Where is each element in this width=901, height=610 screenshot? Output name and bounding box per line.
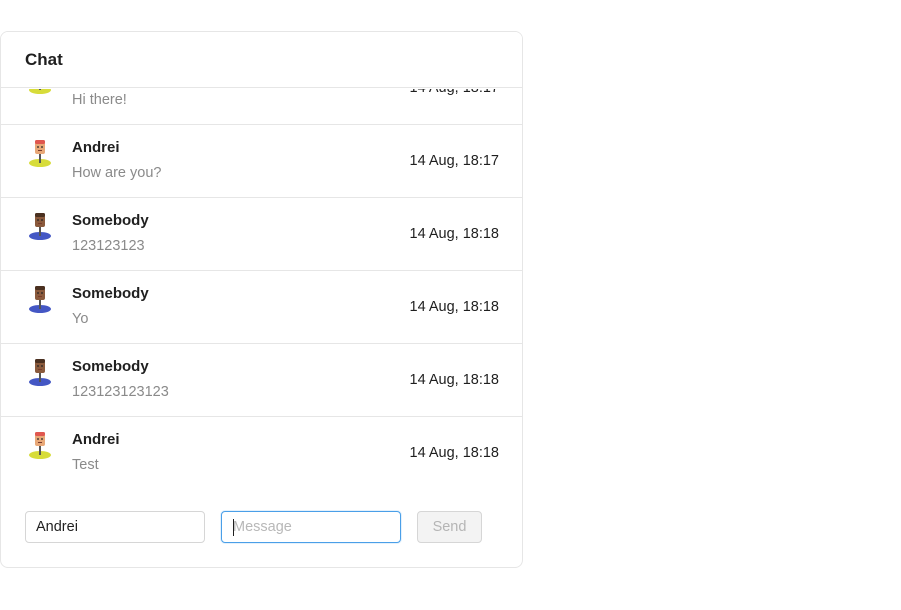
message-timestamp: 14 Aug, 18:17	[410, 89, 500, 96]
message-timestamp: 14 Aug, 18:18	[409, 372, 500, 388]
message-item: AndreiHi there!14 Aug, 18:17	[1, 89, 522, 125]
avatar-somebody-icon	[27, 212, 53, 242]
message-timestamp: 14 Aug, 18:18	[409, 226, 500, 242]
message-text: Yo	[72, 311, 89, 327]
message-item: Andrei How are you? 14 Aug, 18:17	[1, 125, 522, 198]
message-item: Andrei Test 14 Aug, 18:18	[1, 417, 522, 490]
text-caret	[233, 519, 234, 536]
message-timestamp: 14 Aug, 18:18	[409, 445, 500, 461]
message-author: Somebody	[72, 358, 149, 375]
message-text: Test	[72, 457, 99, 473]
avatar-somebody-icon	[27, 358, 53, 388]
message-text: Hi there!	[72, 92, 127, 108]
avatar-andrei-icon	[27, 431, 53, 461]
message-item: Somebody Yo 14 Aug, 18:18	[1, 271, 522, 344]
message-timestamp: 14 Aug, 18:17	[409, 153, 500, 169]
send-button[interactable]: Send	[417, 511, 482, 543]
chat-panel: Chat Andrei Hi there! 14 Aug, 18:17 Andrei H…	[0, 31, 523, 568]
message-text: 123123123123	[72, 384, 169, 400]
name-input[interactable]	[25, 511, 205, 543]
message-author: Andrei	[72, 431, 120, 448]
chat-header: Chat	[1, 32, 522, 88]
avatar-somebody-icon	[27, 285, 53, 315]
avatar-andrei-icon	[27, 89, 53, 96]
message-item: Somebody 123123123123 14 Aug, 18:18	[1, 344, 522, 417]
message-item: Somebody 123123123 14 Aug, 18:18	[1, 198, 522, 271]
message-author: Somebody	[72, 212, 149, 229]
message-text: 123123123	[72, 238, 145, 254]
chat-title: Chat	[25, 49, 63, 69]
composer: Send	[1, 511, 522, 543]
message-list[interactable]: Andrei Hi there! 14 Aug, 18:17 Andrei How ar…	[1, 89, 522, 497]
avatar-andrei-icon	[27, 139, 53, 169]
message-author: Andrei	[72, 139, 120, 156]
message-author: Somebody	[72, 285, 149, 302]
message-input[interactable]	[221, 511, 401, 543]
message-timestamp: 14 Aug, 18:18	[409, 299, 500, 315]
message-text: How are you?	[72, 165, 162, 181]
